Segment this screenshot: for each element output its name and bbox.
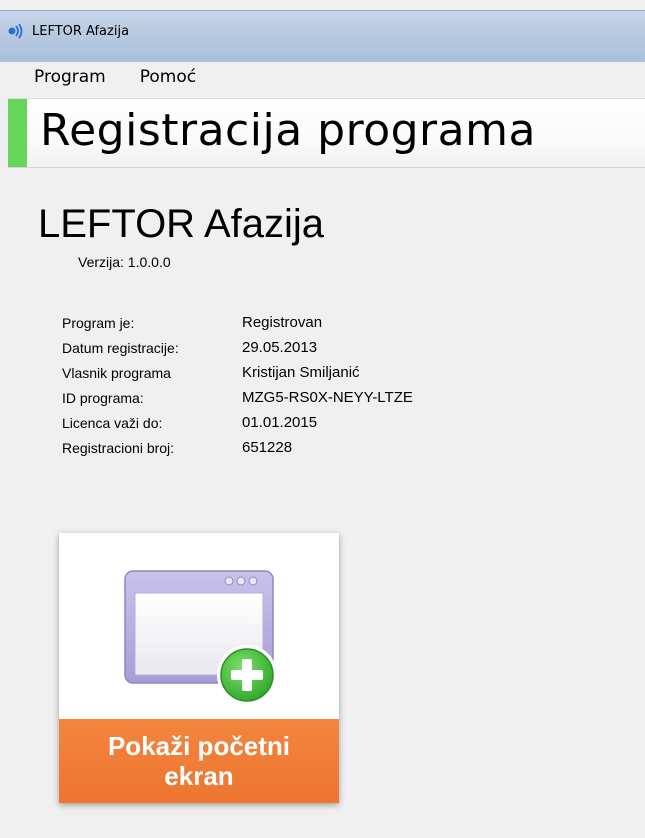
registration-info: Program je: Registrovan Datum registraci… bbox=[62, 310, 413, 460]
header-accent-bar bbox=[8, 99, 27, 167]
info-row-status: Program je: Registrovan bbox=[62, 310, 413, 335]
info-label: Datum registracije: bbox=[62, 339, 179, 356]
app-window: LEFTOR Afazija Program Pomoć Registracij… bbox=[0, 0, 645, 838]
info-value: 01.01.2015 bbox=[242, 414, 318, 431]
product-name: LEFTOR Afazija bbox=[38, 202, 325, 246]
info-row-license: Licenca važi do: 01.01.2015 bbox=[62, 410, 413, 435]
version-label: Verzija: 1.0.0.0 bbox=[78, 254, 171, 270]
page-header: Registracija programa bbox=[8, 98, 645, 168]
info-label: Vlasnik programa bbox=[62, 364, 171, 381]
menu-help[interactable]: Pomoć bbox=[140, 67, 208, 87]
show-start-screen-button[interactable]: Pokaži početni ekran bbox=[59, 533, 339, 803]
info-label: Licenca važi do: bbox=[62, 414, 163, 431]
info-value: MZG5-RS0X-NEYY-LTZE bbox=[242, 389, 413, 406]
info-row-date: Datum registracije: 29.05.2013 bbox=[62, 335, 413, 360]
app-sound-icon bbox=[8, 22, 26, 40]
menu-program[interactable]: Program bbox=[34, 67, 118, 87]
info-row-id: ID programa: MZG5-RS0X-NEYY-LTZE bbox=[62, 385, 413, 410]
tile-label: Pokaži početni ekran bbox=[107, 731, 291, 791]
info-row-regnum: Registracioni broj: 651228 bbox=[62, 435, 413, 460]
info-value: 29.05.2013 bbox=[242, 339, 318, 356]
title-bar[interactable]: LEFTOR Afazija bbox=[0, 10, 645, 63]
info-label: Program je: bbox=[62, 314, 135, 331]
window-title: LEFTOR Afazija bbox=[32, 23, 130, 39]
info-value: Registrovan bbox=[242, 314, 323, 331]
page-title: Registracija programa bbox=[40, 105, 536, 156]
info-row-owner: Vlasnik programa Kristijan Smiljanić bbox=[62, 360, 413, 385]
info-label: ID programa: bbox=[62, 389, 144, 406]
info-value: 651228 bbox=[242, 439, 293, 456]
title-row: LEFTOR Afazija bbox=[8, 21, 129, 41]
info-value: Kristijan Smiljanić bbox=[242, 364, 360, 381]
info-label: Registracioni broj: bbox=[62, 439, 175, 456]
menu-bar: Program Pomoć bbox=[0, 62, 645, 92]
window-add-icon bbox=[121, 567, 281, 707]
tile-label-bar: Pokaži početni ekran bbox=[59, 719, 339, 803]
